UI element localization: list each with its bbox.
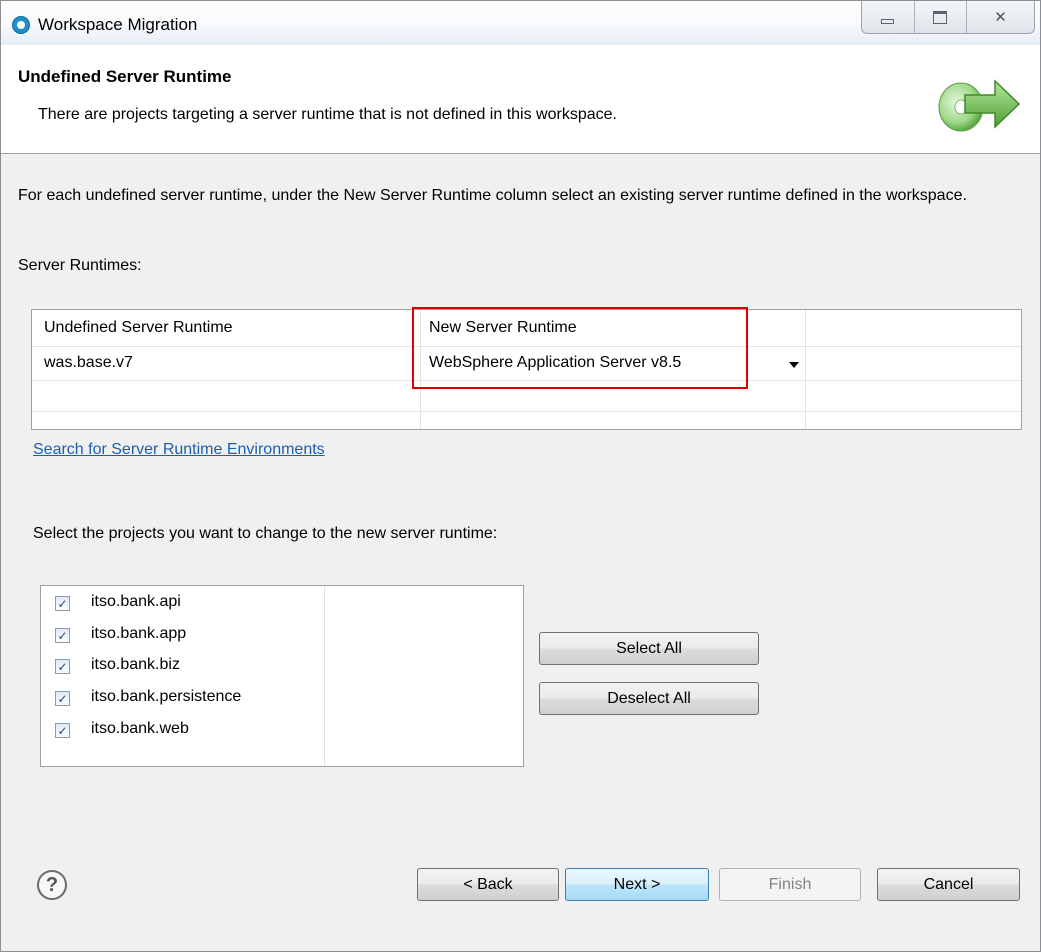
minimize-button[interactable]	[862, 1, 915, 33]
minimize-icon	[881, 18, 895, 24]
checkmark-icon[interactable]: ✓	[55, 628, 70, 643]
header-undefined-runtime: Undefined Server Runtime	[44, 319, 233, 336]
deselect-all-button[interactable]: Deselect All	[539, 682, 759, 715]
workspace-migration-dialog: Workspace Migration ✕ Undefined Server R…	[0, 0, 1041, 952]
checkmark-icon[interactable]: ✓	[55, 723, 70, 738]
checkmark-icon[interactable]: ✓	[55, 659, 70, 674]
project-name: itso.bank.web	[91, 720, 189, 737]
window-title: Workspace Migration	[38, 15, 198, 34]
project-name: itso.bank.api	[91, 593, 181, 610]
title-bar: Workspace Migration ✕	[1, 1, 1040, 45]
column-divider	[324, 586, 325, 766]
finish-button: Finish	[719, 868, 861, 901]
maximize-icon	[933, 10, 948, 24]
instructions-text: For each undefined server runtime, under…	[18, 187, 967, 204]
checkmark-icon[interactable]: ✓	[55, 596, 70, 611]
page-title: Undefined Server Runtime	[18, 67, 232, 86]
migration-arrow-icon	[938, 79, 1021, 132]
highlight-box	[412, 307, 748, 389]
window-controls: ✕	[861, 1, 1035, 34]
server-runtimes-label: Server Runtimes:	[18, 257, 142, 274]
list-item[interactable]: ✓ itso.bank.biz	[41, 652, 324, 682]
back-button[interactable]: < Back	[417, 868, 559, 901]
dropdown-arrow-icon	[789, 362, 799, 368]
close-button[interactable]: ✕	[967, 1, 1034, 33]
project-name: itso.bank.app	[91, 625, 187, 642]
project-name: itso.bank.persistence	[91, 688, 242, 705]
project-list: ✓ itso.bank.api ✓ itso.bank.app ✓ itso.b…	[40, 585, 524, 767]
list-item[interactable]: ✓ itso.bank.persistence	[41, 684, 324, 714]
cancel-button[interactable]: Cancel	[877, 868, 1020, 901]
eclipse-icon	[12, 16, 30, 34]
checkmark-icon[interactable]: ✓	[55, 691, 70, 706]
page-description: There are projects targeting a server ru…	[38, 106, 617, 123]
undefined-runtime-cell: was.base.v7	[44, 354, 133, 371]
list-item[interactable]: ✓ itso.bank.app	[41, 621, 324, 651]
maximize-button[interactable]	[915, 1, 968, 33]
search-runtime-link[interactable]: Search for Server Runtime Environments	[33, 441, 325, 459]
list-item[interactable]: ✓ itso.bank.api	[41, 589, 324, 619]
next-button[interactable]: Next >	[565, 868, 709, 901]
list-item[interactable]: ✓ itso.bank.web	[41, 716, 324, 746]
project-name: itso.bank.biz	[91, 656, 180, 673]
select-projects-label: Select the projects you want to change t…	[33, 525, 498, 542]
help-icon[interactable]: ?	[37, 870, 67, 900]
select-all-button[interactable]: Select All	[539, 632, 759, 665]
wizard-banner: Undefined Server Runtime There are proje…	[1, 45, 1040, 154]
close-icon: ✕	[994, 9, 1007, 26]
